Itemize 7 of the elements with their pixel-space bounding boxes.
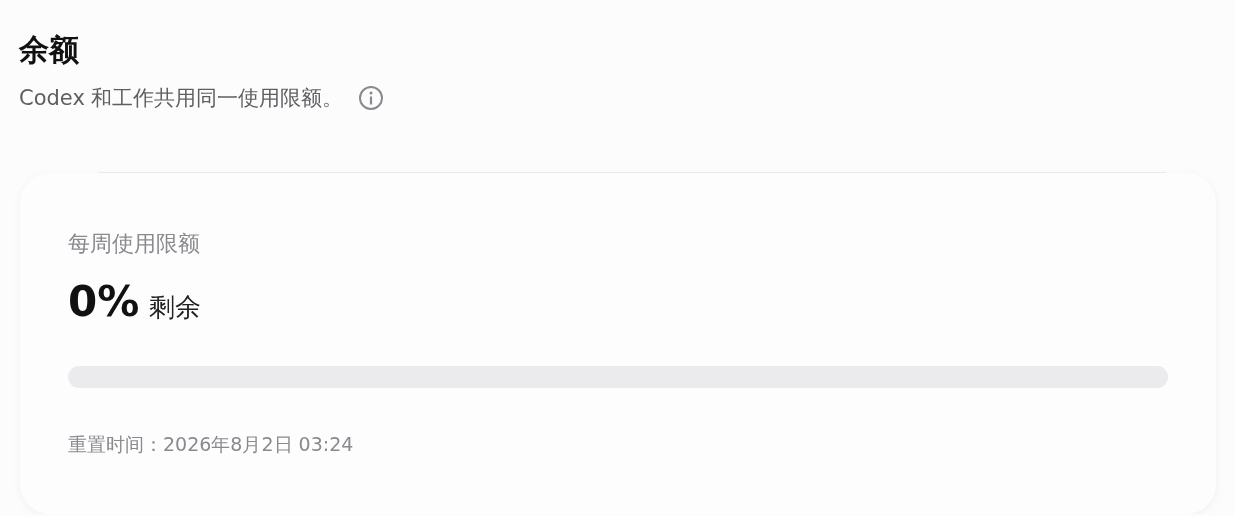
limit-label: 每周使用限额 [68, 230, 201, 258]
info-icon[interactable] [357, 85, 384, 111]
description: Codex 和工作共用同一使用限额。 [19, 85, 344, 112]
reset-time: 重置时间：2026年8月2日 03:24 [68, 432, 355, 457]
remaining-label: 剩余 [149, 291, 202, 324]
percent-value: 0% [68, 277, 140, 326]
section-title: 余额 [19, 31, 80, 69]
